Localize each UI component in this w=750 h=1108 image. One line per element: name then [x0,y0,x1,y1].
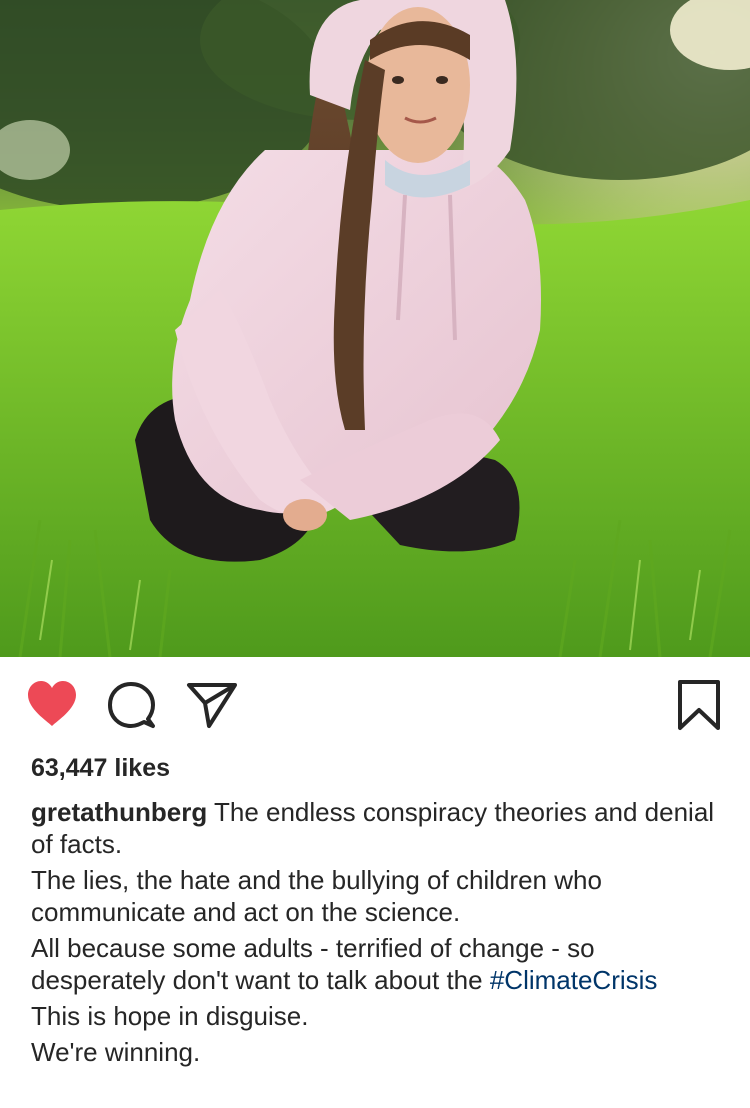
post-photo-illustration [0,0,750,657]
caption-line-5: We're winning. [31,1037,201,1067]
caption-line-2: The lies, the hate and the bullying of c… [31,865,602,927]
caption-line-1: gretathunberg The endless conspiracy the… [31,796,721,860]
comment-button[interactable] [107,681,157,731]
likes-count[interactable]: 63,447 likes [31,752,170,784]
paper-plane-icon [187,683,237,728]
comment-bubble-icon [108,682,155,728]
post-caption: gretathunberg The endless conspiracy the… [31,796,721,1072]
save-button[interactable] [676,679,722,731]
share-button[interactable] [186,681,238,729]
like-button[interactable] [25,679,79,729]
caption-hashtag[interactable]: #ClimateCrisis [490,965,658,995]
heart-filled-icon [28,681,76,726]
caption-username[interactable]: gretathunberg [31,797,207,827]
caption-line-3: All because some adults - terrified of c… [31,932,721,996]
post-action-bar [0,657,750,752]
post-photo[interactable] [0,0,750,657]
caption-line-4: This is hope in disguise. [31,1001,309,1031]
bookmark-icon [678,680,720,730]
